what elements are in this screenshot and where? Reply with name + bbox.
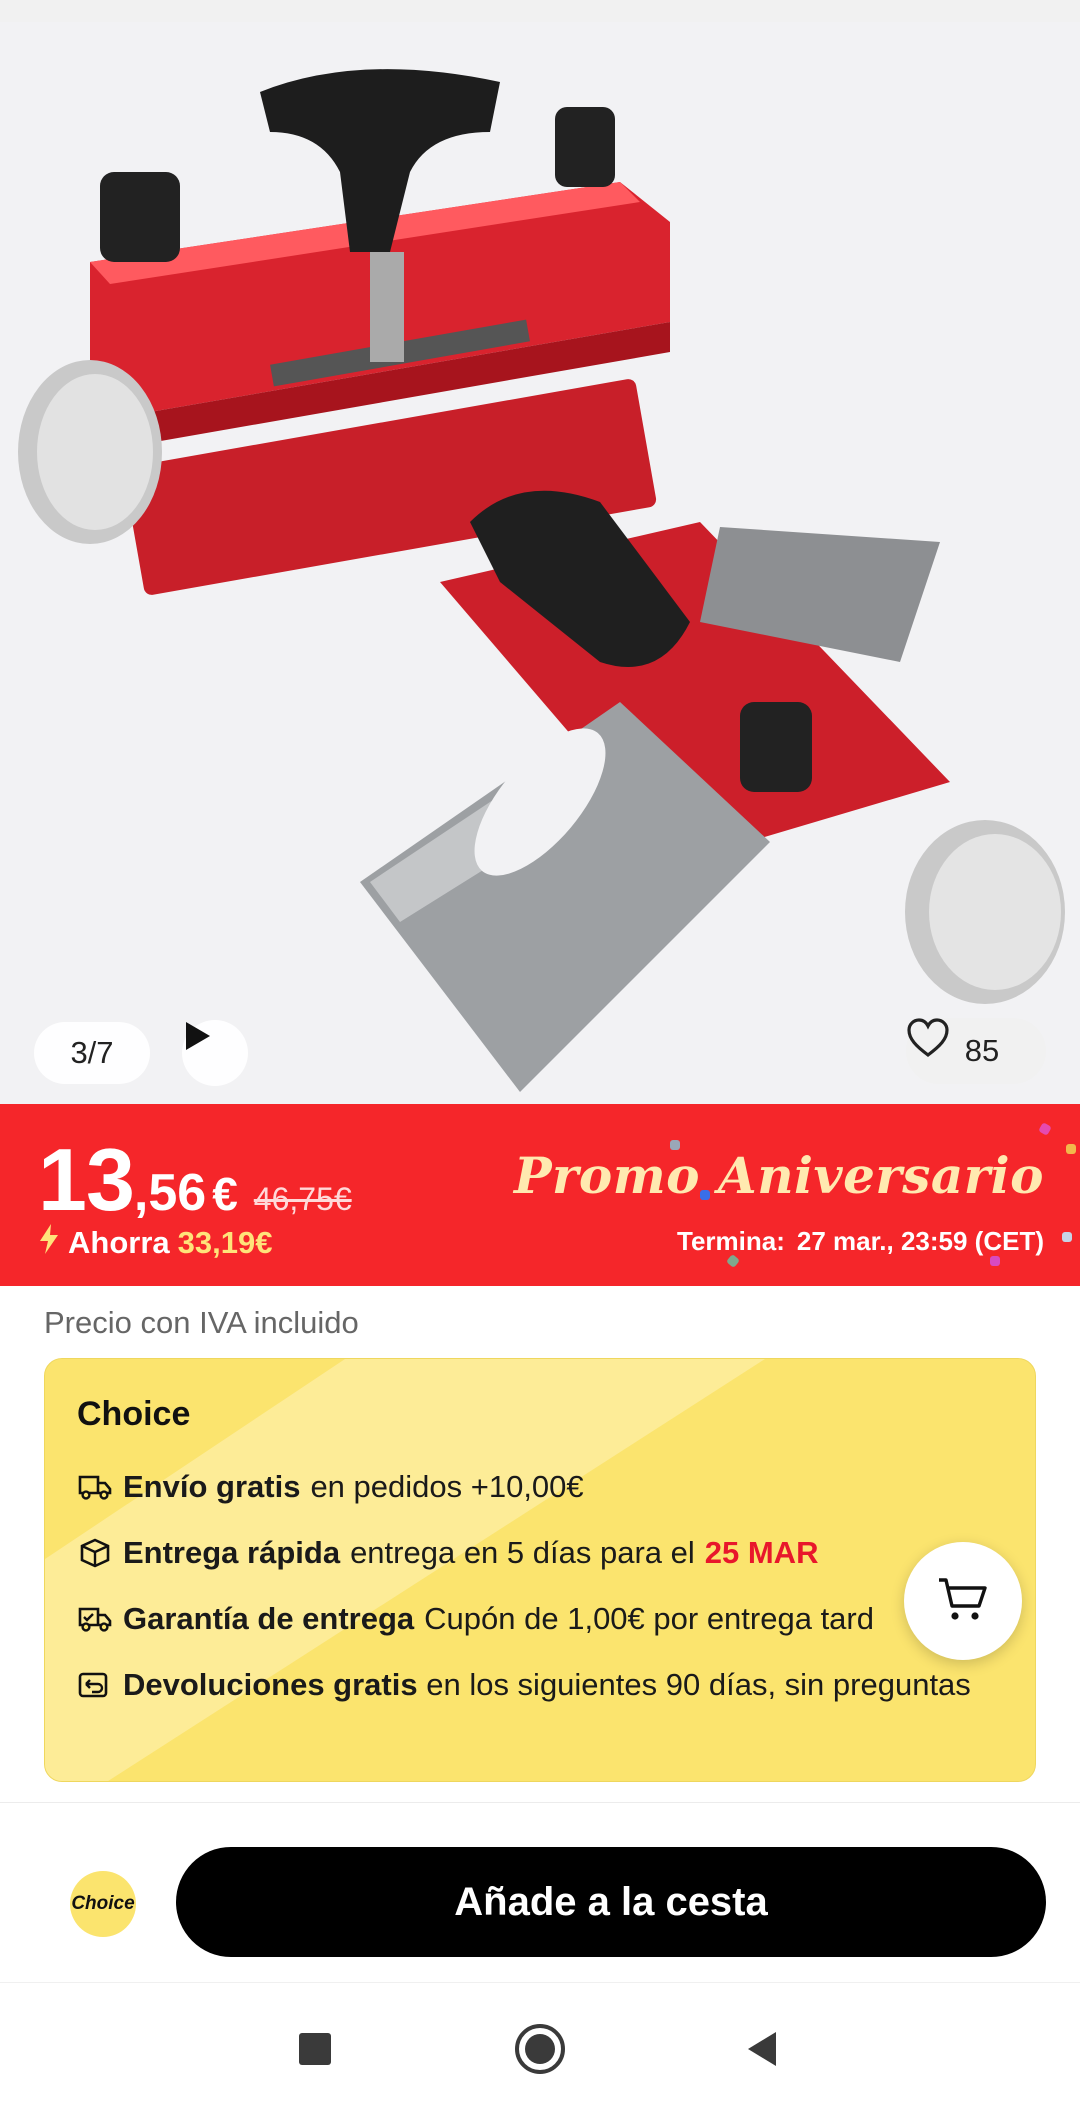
benefit-text: Cupón de 1,00€ por entrega tard <box>424 1601 874 1636</box>
benefit-fast-delivery: Entrega rápida entrega en 5 días para el… <box>77 1535 818 1571</box>
benefit-title: Envío gratis <box>123 1469 301 1504</box>
benefit-free-shipping: Envío gratis en pedidos +10,00€ <box>77 1469 584 1505</box>
savings-row: Ahorra 33,19€ <box>38 1224 272 1262</box>
image-counter-text: 3/7 <box>70 1035 114 1070</box>
wishlist-count: 85 <box>964 1033 1000 1068</box>
benefit-title: Entrega rápida <box>123 1535 341 1570</box>
confetti-decoration <box>670 1140 680 1150</box>
box-icon <box>77 1535 113 1571</box>
vat-note: Precio con IVA incluido <box>44 1305 359 1340</box>
promo-title: Promo Aniversario <box>513 1146 1044 1205</box>
benefit-text: en pedidos +10,00€ <box>310 1469 584 1504</box>
floating-cart-button[interactable] <box>904 1542 1022 1660</box>
choice-title: Choice <box>77 1395 191 1433</box>
delivery-date: 25 MAR <box>704 1535 819 1570</box>
original-price: 46,75€ <box>253 1181 352 1217</box>
play-video-button[interactable] <box>182 1020 248 1086</box>
savings-label: Ahorra <box>68 1225 170 1260</box>
nav-back-icon <box>744 2030 780 2073</box>
price-currency: € <box>212 1168 238 1220</box>
benefit-title: Garantía de entrega <box>123 1601 415 1636</box>
add-to-cart-label: Añade a la cesta <box>454 1879 768 1924</box>
benefit-text: en los siguientes 90 días, sin preguntas <box>426 1667 971 1702</box>
truck-icon <box>77 1469 113 1505</box>
price-decimals: ,56 <box>133 1164 207 1222</box>
bottom-action-bar: Choice Añade a la cesta <box>0 1802 1080 1982</box>
nav-home-icon <box>513 2022 567 2081</box>
savings-amount: 33,19€ <box>177 1225 273 1260</box>
product-image <box>18 69 1065 1092</box>
nav-back-button[interactable] <box>722 2011 802 2091</box>
promo-price-banner: 13 ,56 € 46,75€ Ahorra 33,19€ Promo Aniv… <box>0 1104 1080 1286</box>
promo-ends-label: Termina: <box>677 1226 785 1256</box>
price-integer: 13 <box>38 1130 135 1229</box>
product-gallery[interactable]: 3/7 85 <box>0 22 1080 1104</box>
wishlist-button[interactable]: 85 <box>906 1018 1046 1084</box>
nav-home-button[interactable] <box>500 2011 580 2091</box>
delivery-guarantee-icon <box>77 1601 113 1637</box>
benefit-title: Devoluciones gratis <box>123 1667 418 1702</box>
image-counter: 3/7 <box>34 1022 150 1084</box>
confetti-decoration <box>1062 1232 1072 1242</box>
return-icon <box>77 1670 113 1702</box>
nav-recents-button[interactable] <box>275 2011 355 2091</box>
benefit-free-returns: Devoluciones gratis en los siguientes 90… <box>77 1665 977 1705</box>
status-bar <box>0 0 1080 22</box>
bolt-icon <box>38 1224 60 1262</box>
current-price: 13 ,56 € 46,75€ <box>38 1136 352 1224</box>
choice-logo: Choice <box>70 1871 136 1937</box>
confetti-decoration <box>990 1256 1000 1266</box>
add-to-cart-button[interactable]: Añade a la cesta <box>176 1847 1046 1957</box>
confetti-decoration <box>700 1190 710 1200</box>
cart-icon <box>937 1576 989 1627</box>
benefit-text: entrega en 5 días para el <box>350 1535 695 1570</box>
choice-benefits-card[interactable]: Choice Envío gratis en pedidos +10,00€ E… <box>44 1358 1036 1782</box>
benefit-delivery-guarantee: Garantía de entrega Cupón de 1,00€ por e… <box>77 1601 874 1637</box>
promo-ends-value: 27 mar., 23:59 (CET) <box>796 1226 1044 1256</box>
promo-end-time: Termina: 27 mar., 23:59 (CET) <box>677 1226 1044 1257</box>
nav-recents-icon <box>297 2031 333 2072</box>
choice-logo-text: Choice <box>71 1893 135 1914</box>
system-nav-bar <box>0 1982 1080 2114</box>
confetti-decoration <box>1038 1122 1052 1136</box>
confetti-decoration <box>1066 1144 1076 1154</box>
